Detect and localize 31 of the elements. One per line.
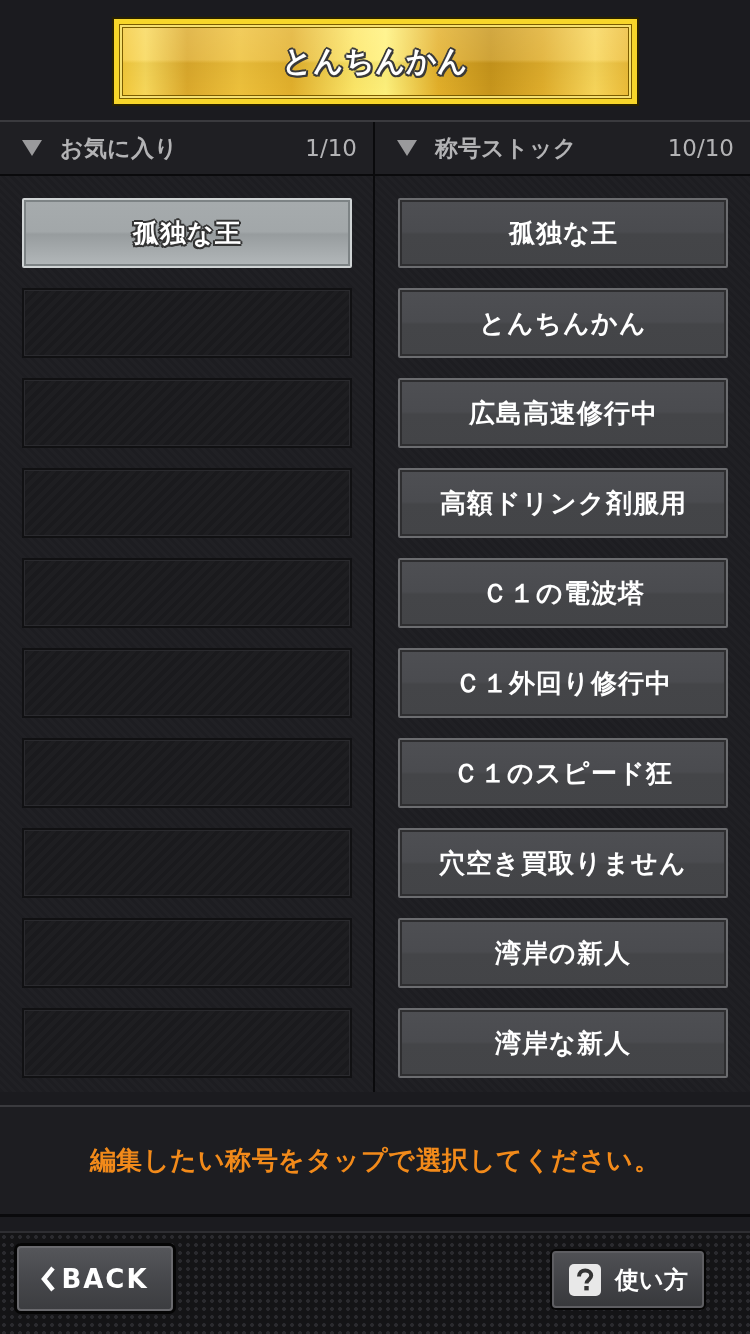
help-button[interactable]: 使い方	[552, 1251, 704, 1308]
instruction-text: 編集したい称号をタップで選択してください。	[89, 1144, 661, 1177]
empty-slot[interactable]	[22, 1008, 352, 1078]
title-button[interactable]: 広島高速修行中	[398, 378, 728, 448]
section-title: 称号ストック	[435, 133, 577, 163]
title-button[interactable]: 穴空き買取りません	[398, 828, 728, 898]
empty-slot[interactable]	[22, 558, 352, 628]
empty-slot[interactable]	[22, 918, 352, 988]
title-button[interactable]: Ｃ１のスピード狂	[398, 738, 728, 808]
title-button[interactable]: 孤独な王	[398, 198, 728, 268]
help-icon	[568, 1263, 601, 1296]
empty-slot[interactable]	[22, 828, 352, 898]
empty-slot[interactable]	[22, 378, 352, 448]
title-button[interactable]: Ｃ１外回り修行中	[398, 648, 728, 718]
count-label: 1/10	[305, 135, 357, 161]
title-plate: とんちんかん	[111, 17, 639, 106]
section-title: お気に入り	[60, 133, 178, 163]
empty-slot[interactable]	[22, 288, 352, 358]
empty-slot[interactable]	[22, 468, 352, 538]
empty-slot[interactable]	[22, 648, 352, 718]
count-label: 10/10	[667, 135, 734, 161]
title-button[interactable]: 湾岸の新人	[398, 918, 728, 988]
caret-icon	[397, 140, 417, 156]
title-button[interactable]: Ｃ１の電波塔	[398, 558, 728, 628]
title-button[interactable]: とんちんかん	[398, 288, 728, 358]
chevron-left-icon	[41, 1265, 56, 1292]
back-button[interactable]: BACK	[17, 1246, 173, 1311]
caret-icon	[22, 140, 42, 156]
title-button[interactable]: 高額ドリンク剤服用	[398, 468, 728, 538]
empty-slot[interactable]	[22, 738, 352, 808]
title-button[interactable]: 湾岸な新人	[398, 1008, 728, 1078]
